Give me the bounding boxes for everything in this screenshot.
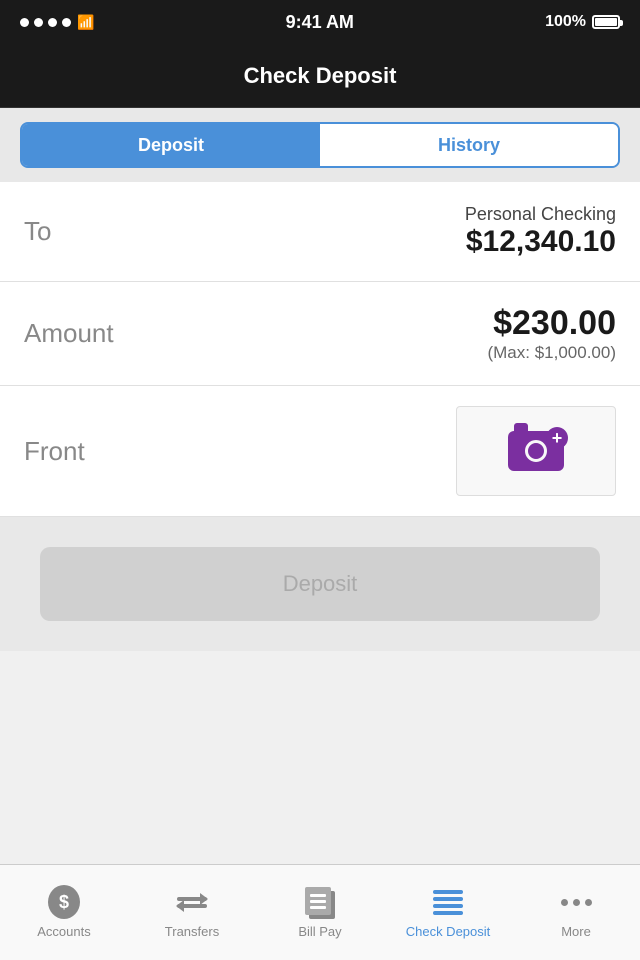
signal-area: 📶 bbox=[20, 14, 94, 31]
tab-bill-pay[interactable]: Bill Pay bbox=[256, 865, 384, 960]
cd-line-3 bbox=[433, 904, 463, 908]
account-name: Personal Checking bbox=[465, 204, 616, 225]
more-icon bbox=[560, 886, 592, 918]
plus-icon: + bbox=[546, 427, 568, 449]
tab-history[interactable]: History bbox=[320, 124, 618, 166]
amount-max: (Max: $1,000.00) bbox=[487, 343, 616, 363]
deposit-button[interactable]: Deposit bbox=[40, 547, 600, 621]
tab-transfers[interactable]: Transfers bbox=[128, 865, 256, 960]
amount-row[interactable]: Amount $230.00 (Max: $1,000.00) bbox=[0, 282, 640, 386]
camera-placeholder[interactable]: + bbox=[456, 406, 616, 496]
account-balance: $12,340.10 bbox=[465, 225, 616, 259]
amount-label: Amount bbox=[24, 318, 114, 349]
arrows-icon bbox=[177, 897, 207, 908]
navigation-bar: Check Deposit bbox=[0, 44, 640, 108]
check-deposit-label: Check Deposit bbox=[406, 924, 491, 939]
bill-front bbox=[305, 887, 331, 915]
tab-accounts[interactable]: $ Accounts bbox=[0, 865, 128, 960]
more-label: More bbox=[561, 924, 591, 939]
account-info: Personal Checking $12,340.10 bbox=[465, 204, 616, 259]
accounts-icon: $ bbox=[48, 886, 80, 918]
tab-check-deposit[interactable]: Check Deposit bbox=[384, 865, 512, 960]
transfers-label: Transfers bbox=[165, 924, 219, 939]
amount-value: $230.00 bbox=[487, 304, 616, 343]
bill-line-2 bbox=[310, 900, 326, 903]
tab-more[interactable]: More bbox=[512, 865, 640, 960]
arrow-left-icon bbox=[177, 904, 207, 908]
battery-icon bbox=[592, 15, 620, 29]
to-label: To bbox=[24, 216, 51, 247]
segment-control: Deposit History bbox=[20, 122, 620, 168]
bill-line-1 bbox=[310, 894, 326, 897]
bill-stack-icon bbox=[305, 885, 335, 919]
cd-line-1 bbox=[433, 890, 463, 894]
segment-container: Deposit History bbox=[0, 108, 640, 182]
battery-area: 100% bbox=[545, 13, 620, 31]
signal-dots bbox=[20, 18, 71, 27]
three-dots-icon bbox=[561, 899, 592, 906]
to-row[interactable]: To Personal Checking $12,340.10 bbox=[0, 182, 640, 282]
tab-deposit[interactable]: Deposit bbox=[22, 124, 320, 166]
cd-line-4 bbox=[433, 911, 463, 915]
tab-bar: $ Accounts Transfers Bill Pay bbox=[0, 864, 640, 960]
camera-lens bbox=[525, 440, 547, 462]
bill-pay-icon bbox=[304, 886, 336, 918]
front-label: Front bbox=[24, 436, 85, 467]
deposit-button-container: Deposit bbox=[0, 517, 640, 651]
bill-line-3 bbox=[310, 906, 326, 909]
cd-line-2 bbox=[433, 897, 463, 901]
wifi-icon: 📶 bbox=[77, 14, 94, 31]
camera-icon-wrap: + bbox=[508, 431, 564, 471]
amount-info: $230.00 (Max: $1,000.00) bbox=[487, 304, 616, 363]
transfers-icon bbox=[176, 886, 208, 918]
check-deposit-icon bbox=[432, 886, 464, 918]
status-time: 9:41 AM bbox=[286, 12, 354, 33]
dollar-circle-icon: $ bbox=[48, 885, 80, 919]
page-title: Check Deposit bbox=[244, 63, 397, 89]
lines-icon bbox=[433, 890, 463, 915]
front-row[interactable]: Front + bbox=[0, 386, 640, 517]
battery-percent: 100% bbox=[545, 13, 586, 31]
form-area: To Personal Checking $12,340.10 Amount $… bbox=[0, 182, 640, 517]
accounts-label: Accounts bbox=[37, 924, 90, 939]
status-bar: 📶 9:41 AM 100% bbox=[0, 0, 640, 44]
camera-notch bbox=[514, 423, 528, 431]
bill-pay-label: Bill Pay bbox=[298, 924, 341, 939]
